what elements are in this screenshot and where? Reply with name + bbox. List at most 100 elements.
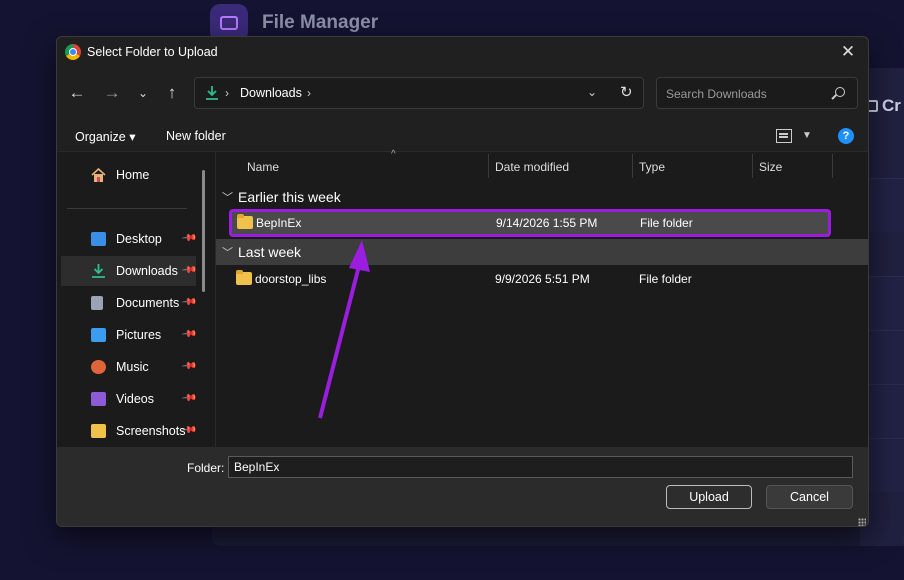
column-header-type[interactable]: Type [639,152,665,182]
home-icon [91,168,106,182]
sidebar-item-downloads[interactable]: Downloads 📌 [61,256,198,286]
file-type: File folder [640,216,693,230]
pin-icon: 📌 [180,390,198,407]
download-icon [206,86,218,100]
sidebar-item-home[interactable]: Home [61,160,196,190]
new-folder-button[interactable]: New folder [166,129,226,143]
cancel-button[interactable]: Cancel [766,485,853,509]
breadcrumb-chevron-icon: › [225,86,229,100]
view-options-icon[interactable] [776,129,792,143]
dialog-titlebar: Select Folder to Upload ✕ [57,37,868,67]
column-divider[interactable] [832,154,833,178]
sidebar-divider [67,208,187,209]
pin-icon: 📌 [180,358,198,375]
sidebar-item-label: Screenshots [116,424,186,438]
help-icon[interactable]: ? [838,128,854,144]
breadcrumb-downloads[interactable]: Downloads [240,86,302,100]
sidebar-item-label: Downloads [116,264,178,278]
group-label: Last week [238,244,302,260]
chrome-icon [65,44,81,60]
select-folder-dialog: Select Folder to Upload ✕ ← → ⌄ ↑ › Down… [56,36,869,527]
forward-button[interactable]: → [100,83,124,103]
resize-grip-icon[interactable] [858,518,866,526]
column-divider[interactable] [752,154,753,178]
file-manager-row [868,384,904,438]
back-button[interactable]: ← [65,83,89,103]
column-header-date[interactable]: Date modified [495,152,569,182]
folder-name-field[interactable] [228,456,853,478]
sidebar-item-label: Pictures [116,328,162,342]
address-dropdown-icon[interactable]: ⌄ [587,85,597,99]
sidebar-item-label: Documents [116,296,180,310]
sidebar-item-label: Home [116,168,150,182]
upload-button[interactable]: Upload [666,485,752,509]
sidebar-item-label: Desktop [116,232,162,246]
document-icon [91,296,103,310]
group-header[interactable]: ﹀ Last week [216,239,868,265]
file-manager-row [868,330,904,384]
sidebar-item-desktop[interactable]: Desktop 📌 [61,224,198,254]
command-bar: Organize ▾ New folder ▼ ? [57,123,868,151]
file-list: Name ^ Date modified Type Size ﹀ Earlier … [216,149,868,447]
create-label: Cr [882,96,901,115]
column-divider[interactable] [632,154,633,178]
organize-button[interactable]: Organize ▾ [75,129,135,144]
refresh-icon[interactable]: ↻ [620,83,633,101]
file-manager-row [868,438,904,492]
sidebar-item-documents[interactable]: Documents 📌 [61,288,198,318]
column-divider[interactable] [488,154,489,178]
group-label: Earlier this week [238,189,341,205]
pin-icon: 📌 [180,262,198,279]
search-input[interactable]: Search Downloads [656,77,858,109]
sidebar-item-label: Videos [116,392,154,406]
up-button[interactable]: ↑ [160,83,184,103]
file-date: 9/14/2026 1:55 PM [496,216,598,230]
search-placeholder: Search Downloads [666,87,767,101]
desktop-icon [91,232,106,246]
address-bar[interactable]: › Downloads › ⌄ ↻ [194,77,644,109]
dialog-footer: Folder: Upload Cancel [57,447,868,526]
file-date: 9/9/2026 5:51 PM [495,272,590,286]
sidebar-item-videos[interactable]: Videos 📌 [61,384,198,414]
sidebar-item-pictures[interactable]: Pictures 📌 [61,320,198,350]
close-button[interactable]: ✕ [836,40,860,64]
music-icon [91,360,106,374]
download-icon [92,264,105,278]
folder-icon [236,270,252,285]
file-name: BepInEx [256,216,302,230]
sort-up-icon: ^ [391,149,396,160]
folder-icon [91,424,106,438]
create-button[interactable]: Cr [864,96,901,116]
recent-locations-button[interactable]: ⌄ [131,83,155,103]
file-manager-row [868,178,904,232]
pin-icon: 📌 [180,230,198,247]
content-area: Home Desktop 📌 Downloads 📌 Documents 📌 P… [57,149,868,447]
file-type: File folder [639,272,692,286]
view-dropdown-icon[interactable]: ▼ [802,130,812,141]
sidebar-item-screenshots[interactable]: Screenshots 📌 [61,416,198,446]
pin-icon: 📌 [180,326,198,343]
column-header-name[interactable]: Name ^ [247,149,396,182]
group-header[interactable]: ﹀ Earlier this week [216,184,868,210]
list-item-bepinex[interactable]: BepInEx 9/14/2026 1:55 PM File folder [229,209,831,237]
pin-icon: 📌 [180,294,198,311]
breadcrumb-chevron-icon[interactable]: › [307,86,311,100]
folder-icon [237,214,253,229]
file-name: doorstop_libs [255,272,327,286]
sidebar-scrollbar[interactable] [202,170,205,292]
dialog-title: Select Folder to Upload [87,45,218,59]
column-header-size[interactable]: Size [759,152,782,182]
pictures-icon [91,328,106,342]
file-manager-title: File Manager [262,12,379,33]
folder-label: Folder: [187,461,225,475]
navigation-pane: Home Desktop 📌 Downloads 📌 Documents 📌 P… [57,152,215,447]
file-manager-row [868,276,904,330]
collapse-chevron-icon: ﹀ [222,192,233,204]
videos-icon [91,392,106,406]
collapse-chevron-icon: ﹀ [222,247,233,259]
navigation-bar: ← → ⌄ ↑ › Downloads › ⌄ ↻ Search Downloa… [57,75,868,111]
sidebar-item-label: Music [116,360,149,374]
list-item-doorstop-libs[interactable]: doorstop_libs 9/9/2026 5:51 PM File fold… [228,266,830,292]
sidebar-item-music[interactable]: Music 📌 [61,352,198,382]
search-icon [835,87,845,97]
